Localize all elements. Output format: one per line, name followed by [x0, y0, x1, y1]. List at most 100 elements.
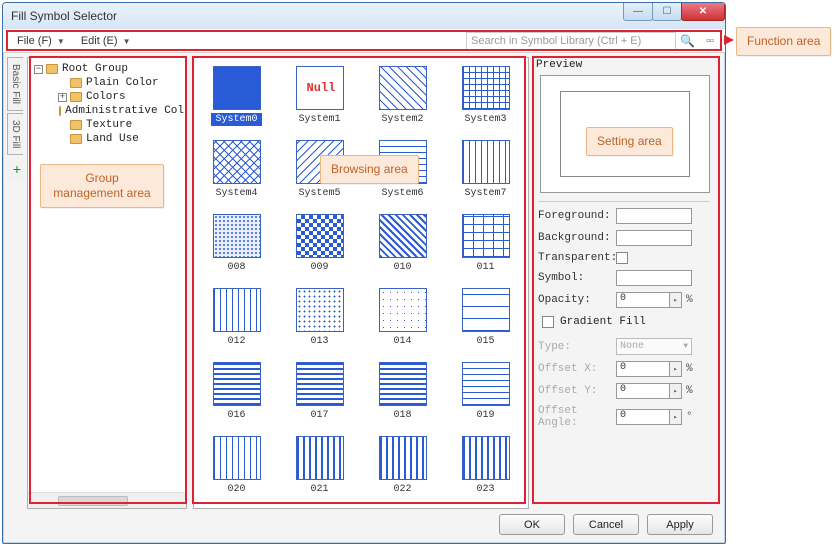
- tree-collapse-icon[interactable]: −: [34, 65, 43, 74]
- swatch-item[interactable]: 023: [447, 436, 524, 496]
- group-tree[interactable]: − Root Group Plain Color + Colors Administrat…: [28, 58, 186, 150]
- swatch-item[interactable]: 010: [364, 214, 441, 274]
- folder-icon: [70, 78, 82, 88]
- folder-icon: [59, 106, 62, 116]
- swatch-browser[interactable]: System0 Null System1 System2 System3 System4 S…: [193, 57, 529, 509]
- swatch-item[interactable]: 019: [447, 362, 524, 422]
- swatch-item[interactable]: 014: [364, 288, 441, 348]
- tree-item-label[interactable]: Administrative Col: [65, 105, 184, 117]
- swatch-preview: [213, 214, 261, 258]
- window-title: Fill Symbol Selector: [11, 9, 117, 23]
- background-color-input[interactable]: [616, 230, 692, 246]
- swatch-label: 017: [306, 409, 332, 422]
- offsetx-label: Offset X:: [538, 363, 616, 375]
- swatch-label: System2: [377, 113, 427, 126]
- tree-root-label[interactable]: Root Group: [62, 63, 128, 75]
- offsety-input[interactable]: 0: [616, 383, 670, 399]
- gradient-checkbox[interactable]: [542, 316, 554, 328]
- folder-icon: [70, 92, 82, 102]
- swatch-preview: [213, 362, 261, 406]
- swatch-preview: [462, 66, 510, 110]
- offsety-stepper[interactable]: ▸: [670, 383, 682, 399]
- menu-edit-label: Edit (E): [81, 35, 118, 47]
- group-tree-panel: − Root Group Plain Color + Colors Administrat…: [27, 57, 187, 509]
- swatch-item[interactable]: 008: [198, 214, 275, 274]
- swatch-item[interactable]: 021: [281, 436, 358, 496]
- symbol-input[interactable]: [616, 270, 692, 286]
- swatch-preview: [296, 436, 344, 480]
- symbol-label: Symbol:: [538, 272, 616, 284]
- swatch-item[interactable]: 022: [364, 436, 441, 496]
- gradient-label: Gradient Fill: [560, 316, 646, 328]
- swatch-label: 022: [389, 483, 415, 496]
- swatch-preview: [213, 66, 261, 110]
- chevron-down-icon: ▼: [683, 342, 688, 351]
- swatch-item[interactable]: 013: [281, 288, 358, 348]
- swatch-item[interactable]: 011: [447, 214, 524, 274]
- menu-edit[interactable]: Edit (E) ▼: [73, 32, 139, 50]
- tree-item-label[interactable]: Plain Color: [86, 77, 159, 89]
- search-input[interactable]: Search in Symbol Library (Ctrl + E): [466, 32, 676, 50]
- tree-expand-icon[interactable]: +: [58, 93, 67, 102]
- side-tab-basic-fill[interactable]: Basic Fill: [7, 57, 23, 111]
- callout-browse-area: Browsing area: [320, 155, 419, 184]
- swatch-item[interactable]: 020: [198, 436, 275, 496]
- swatch-preview: [379, 362, 427, 406]
- offsetx-stepper[interactable]: ▸: [670, 361, 682, 377]
- chevron-down-icon: ▼: [57, 37, 65, 46]
- opacity-stepper[interactable]: ▸: [670, 292, 682, 308]
- swatch-preview: [462, 436, 510, 480]
- side-tab-add[interactable]: +: [7, 157, 27, 181]
- tree-item-label[interactable]: Texture: [86, 119, 132, 131]
- menu-file[interactable]: File (F) ▼: [9, 32, 73, 50]
- tree-item-label[interactable]: Land Use: [86, 133, 139, 145]
- ok-button[interactable]: OK: [499, 514, 565, 535]
- swatch-preview: Null: [296, 66, 344, 110]
- swatch-item[interactable]: 016: [198, 362, 275, 422]
- swatch-preview: [379, 214, 427, 258]
- swatch-item[interactable]: 018: [364, 362, 441, 422]
- offsetx-input[interactable]: 0: [616, 361, 670, 377]
- swatch-item[interactable]: 012: [198, 288, 275, 348]
- swatch-item[interactable]: System4: [198, 140, 275, 200]
- folder-icon: [70, 120, 82, 130]
- swatch-preview: [379, 436, 427, 480]
- null-label: Null: [307, 81, 336, 95]
- percent-unit: %: [686, 363, 693, 375]
- search-icon[interactable]: 🔍: [680, 34, 695, 48]
- swatch-item[interactable]: System2: [364, 66, 441, 126]
- swatch-item[interactable]: Null System1: [281, 66, 358, 126]
- cancel-button[interactable]: Cancel: [573, 514, 639, 535]
- transparent-label: Transparent:: [538, 252, 616, 264]
- horizontal-scrollbar[interactable]: [28, 492, 186, 508]
- swatch-item[interactable]: 017: [281, 362, 358, 422]
- apply-button[interactable]: Apply: [647, 514, 713, 535]
- chevron-down-icon: ▼: [123, 37, 131, 46]
- foreground-label: Foreground:: [538, 210, 616, 222]
- gradient-type-select[interactable]: None▼: [616, 338, 692, 355]
- callout-setting-area: Setting area: [586, 127, 673, 156]
- swatch-item[interactable]: System0: [198, 66, 275, 126]
- opacity-label: Opacity:: [538, 294, 616, 306]
- offsetangle-stepper[interactable]: ▸: [670, 409, 682, 425]
- swatch-item[interactable]: 015: [447, 288, 524, 348]
- close-button[interactable]: ✕: [681, 3, 725, 21]
- swatch-item[interactable]: System7: [447, 140, 524, 200]
- foreground-color-input[interactable]: [616, 208, 692, 224]
- opacity-input[interactable]: 0: [616, 292, 670, 308]
- search-placeholder: Search in Symbol Library (Ctrl + E): [471, 35, 641, 47]
- minimize-button[interactable]: —: [623, 3, 653, 21]
- swatch-item[interactable]: System3: [447, 66, 524, 126]
- maximize-button[interactable]: ☐: [652, 3, 682, 21]
- side-tab-3d-fill[interactable]: 3D Fill: [7, 113, 23, 155]
- swatch-item[interactable]: 009: [281, 214, 358, 274]
- offsetangle-input[interactable]: 0: [616, 409, 670, 425]
- tree-item-label[interactable]: Colors: [86, 91, 126, 103]
- swatch-preview: [462, 288, 510, 332]
- swatch-preview: [296, 214, 344, 258]
- symbol-tool-icon[interactable]: ▫▫: [701, 32, 719, 50]
- swatch-label: System1: [294, 113, 344, 126]
- transparent-checkbox[interactable]: [616, 252, 628, 264]
- swatch-label: 012: [223, 335, 249, 348]
- swatch-label: System3: [460, 113, 510, 126]
